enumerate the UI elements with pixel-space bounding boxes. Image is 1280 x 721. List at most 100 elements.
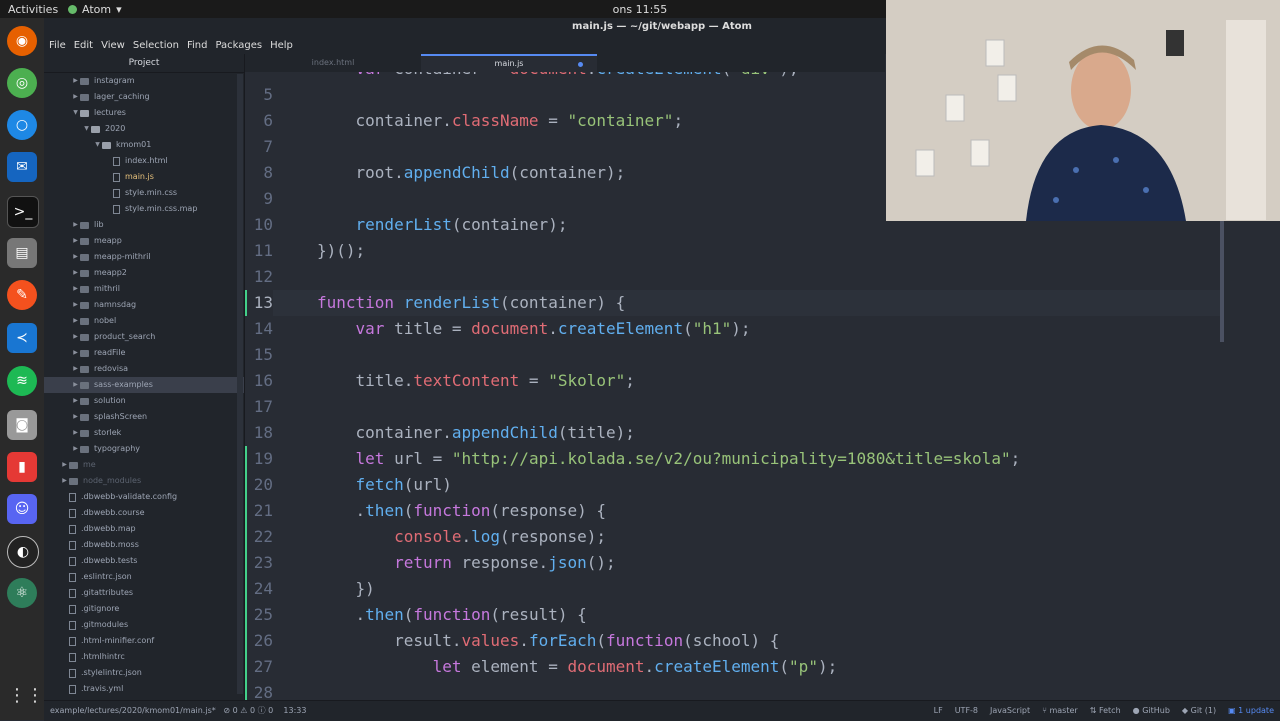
tree-scrollbar[interactable] (237, 74, 243, 694)
tree-item[interactable]: .gitmodules (60, 617, 128, 633)
line-number[interactable]: 26 (245, 628, 273, 654)
code-line[interactable]: function renderList(container) { (317, 290, 625, 316)
chromium-icon[interactable]: ○ (7, 110, 37, 140)
code-line[interactable]: .then(function(result) { (317, 602, 587, 628)
code-line[interactable]: container.className = "container"; (317, 108, 684, 134)
discord-icon[interactable]: ☺ (7, 494, 37, 524)
tree-item[interactable]: ▶ lib (71, 217, 103, 233)
line-number[interactable]: 9 (245, 186, 273, 212)
tree-item[interactable]: ▶ me (60, 457, 96, 473)
tree-item[interactable]: ▶ node_modules (60, 473, 141, 489)
tree-item[interactable]: .gitattributes (60, 585, 133, 601)
show-applications-icon[interactable]: ⋮⋮⋮ (8, 682, 62, 710)
git-branch[interactable]: ⑂ master (1042, 701, 1078, 721)
line-number[interactable]: 20 (245, 472, 273, 498)
firefox-icon[interactable]: ◉ (7, 26, 37, 56)
line-number[interactable]: 6 (245, 108, 273, 134)
thunderbird-icon[interactable]: ✉ (7, 152, 37, 182)
obs-icon[interactable]: ◐ (7, 536, 39, 568)
tree-item[interactable]: .dbwebb.course (60, 505, 145, 521)
code-line[interactable]: renderList(container); (317, 212, 568, 238)
line-number[interactable]: 14 (245, 316, 273, 342)
line-number[interactable]: 12 (245, 264, 273, 290)
tree-item[interactable]: ▶ redovisa (71, 361, 128, 377)
git-tab[interactable]: ◆ Git (1) (1182, 701, 1216, 721)
tree-item[interactable]: ▶ meapp (71, 233, 122, 249)
tree-item[interactable]: main.js (104, 169, 154, 185)
tab-main-js[interactable]: main.js (421, 54, 597, 72)
line-number[interactable]: 25 (245, 602, 273, 628)
menu-find[interactable]: Find (187, 40, 208, 51)
code-line[interactable]: }) (317, 576, 375, 602)
tree-item[interactable]: ▼ lectures (71, 105, 126, 121)
tree-item[interactable]: ▶ namnsdag (71, 297, 136, 313)
line-number[interactable]: 11 (245, 238, 273, 264)
tree-item[interactable]: ▶ storlek (71, 425, 121, 441)
tree-item[interactable]: .html-minifier.conf (60, 633, 154, 649)
impress-icon[interactable]: ▮ (7, 452, 37, 482)
code-line[interactable]: fetch(url) (317, 472, 452, 498)
tree-item[interactable]: .htmlhintrc (60, 649, 125, 665)
line-number[interactable]: 22 (245, 524, 273, 550)
tree-item[interactable]: ▶ lager_caching (71, 89, 149, 105)
tree-item[interactable]: .dbwebb.map (60, 521, 136, 537)
line-number[interactable]: 15 (245, 342, 273, 368)
line-number[interactable]: 21 (245, 498, 273, 524)
line-number[interactable]: 17 (245, 394, 273, 420)
code-line[interactable]: console.log(response); (317, 524, 606, 550)
code-line[interactable]: let url = "http://api.kolada.se/v2/ou?mu… (317, 446, 1021, 472)
line-number[interactable]: 18 (245, 420, 273, 446)
grammar[interactable]: JavaScript (990, 701, 1030, 721)
tree-item[interactable]: ▶ solution (71, 393, 126, 409)
tree-item[interactable]: .dbwebb.moss (60, 537, 139, 553)
code-line[interactable]: var title = document.createElement("h1")… (317, 316, 751, 342)
spotify-icon[interactable]: ≋ (7, 366, 37, 396)
code-line[interactable]: container.appendChild(title); (317, 420, 635, 446)
line-number[interactable]: 16 (245, 368, 273, 394)
tree-item[interactable]: .stylelintrc.json (60, 665, 142, 681)
line-number[interactable]: 28 (245, 680, 273, 700)
tree-item[interactable]: .travis.yml (60, 681, 123, 697)
tree-item[interactable]: index.html (104, 153, 168, 169)
code-line[interactable]: root.appendChild(container); (317, 160, 626, 186)
line-number[interactable]: 5 (245, 82, 273, 108)
modified-dot-icon[interactable] (578, 62, 583, 67)
tree-item[interactable]: ▶ mithril (71, 281, 120, 297)
code-line[interactable]: title.textContent = "Skolor"; (317, 368, 635, 394)
tree-item[interactable]: ▶ typography (71, 441, 140, 457)
tree-item[interactable]: ▼ kmom01 (93, 137, 151, 153)
line-number[interactable]: 19 (245, 446, 273, 472)
code-line[interactable]: return response.json(); (317, 550, 616, 576)
menu-view[interactable]: View (101, 40, 125, 51)
code-line[interactable]: let element = document.createElement("p"… (317, 654, 838, 680)
tree-item[interactable]: style.min.css.map (104, 201, 197, 217)
tree-item[interactable]: ▶ instagram (71, 73, 134, 89)
line-number[interactable]: 8 (245, 160, 273, 186)
files-icon[interactable]: ▤ (7, 238, 37, 268)
menu-edit[interactable]: Edit (74, 40, 93, 51)
line-ending[interactable]: LF (934, 701, 943, 721)
tree-item[interactable]: ▶ splashScreen (71, 409, 147, 425)
problems-count[interactable]: ⊘ 0 ⚠ 0 ⓘ 0 (223, 706, 273, 715)
tree-item[interactable]: ▶ nobel (71, 313, 116, 329)
line-number[interactable]: 24 (245, 576, 273, 602)
git-fetch[interactable]: ⇅ Fetch (1090, 701, 1121, 721)
line-number[interactable]: 27 (245, 654, 273, 680)
code-line[interactable]: })(); (317, 238, 365, 264)
encoding[interactable]: UTF-8 (955, 701, 978, 721)
tree-item[interactable]: ▶ meapp-mithril (71, 249, 150, 265)
github-tab[interactable]: ● GitHub (1133, 701, 1170, 721)
file-path[interactable]: example/lectures/2020/kmom01/main.js* (50, 706, 216, 715)
tree-item[interactable]: .dbwebb-validate.config (60, 489, 177, 505)
updates-badge[interactable]: ▣ 1 update (1228, 701, 1274, 721)
tab-index-html[interactable]: index.html (245, 54, 421, 72)
camera-icon[interactable]: ◙ (7, 410, 37, 440)
menu-help[interactable]: Help (270, 40, 293, 51)
tree-item[interactable]: .eslintrc.json (60, 569, 132, 585)
postman-icon[interactable]: ✎ (7, 280, 37, 310)
atom-icon[interactable]: ⚛ (7, 578, 37, 608)
menu-packages[interactable]: Packages (215, 40, 262, 51)
line-number[interactable]: 13 (245, 290, 273, 316)
tree-item[interactable]: ▶ product_search (71, 329, 155, 345)
menu-selection[interactable]: Selection (133, 40, 179, 51)
